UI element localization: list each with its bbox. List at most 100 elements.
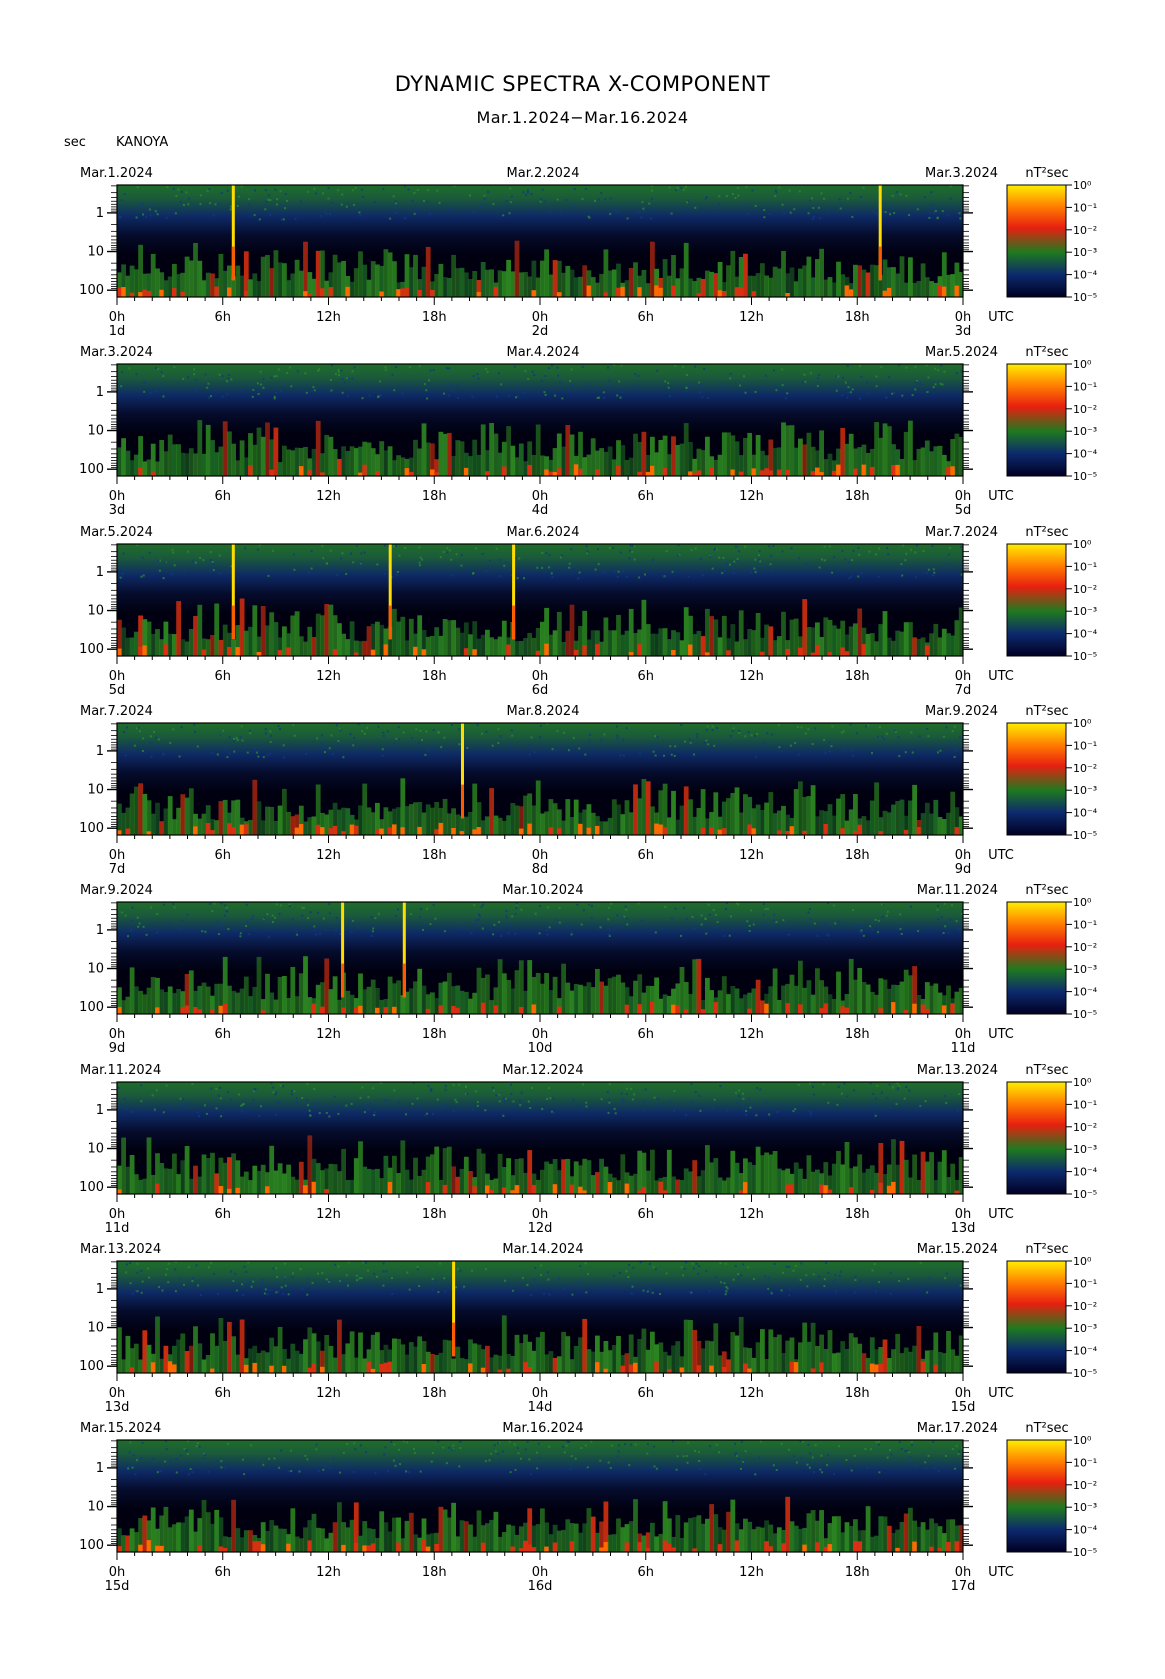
noise-speckle — [875, 553, 878, 556]
activity-column — [633, 433, 638, 476]
activity-column — [413, 254, 418, 297]
activity-column — [383, 1155, 389, 1194]
noise-speckle — [481, 927, 484, 930]
noise-speckle — [858, 553, 861, 556]
noise-speckle — [694, 1090, 697, 1093]
noise-speckle — [511, 734, 514, 737]
activity-column — [235, 992, 241, 1014]
hot-spot — [535, 650, 541, 656]
activity-column — [556, 1530, 562, 1552]
noise-speckle — [931, 204, 934, 207]
noise-speckle — [382, 188, 385, 191]
noise-speckle — [691, 1262, 694, 1265]
noise-speckle — [686, 374, 689, 376]
noise-speckle — [371, 930, 374, 933]
hot-spot — [362, 464, 368, 476]
hot-spot — [430, 469, 435, 476]
noise-speckle — [955, 749, 958, 752]
noise-speckle — [158, 569, 161, 572]
activity-column — [802, 265, 808, 297]
noise-speckle — [877, 919, 880, 922]
noise-speckle — [548, 367, 551, 369]
activity-column — [392, 1155, 397, 1194]
noise-speckle — [472, 210, 475, 213]
y-tick-label: 10 — [87, 1142, 104, 1157]
noise-speckle — [902, 568, 905, 571]
noise-speckle — [716, 727, 719, 730]
hot-spot — [671, 1547, 676, 1552]
y-tick-label: 10 — [87, 424, 104, 439]
noise-speckle — [402, 731, 405, 734]
spectrogram-plot — [117, 544, 963, 656]
noise-speckle — [761, 746, 764, 749]
noise-speckle — [264, 1288, 267, 1291]
noise-speckle — [672, 1110, 675, 1112]
activity-column — [730, 624, 736, 656]
noise-speckle — [818, 374, 821, 377]
hot-spot — [117, 830, 122, 835]
hot-spot — [434, 829, 440, 835]
activity-column — [438, 635, 444, 656]
hot-spot — [383, 1007, 389, 1014]
colorbar-tick-label: 10⁻⁵ — [1073, 829, 1097, 842]
noise-speckle — [802, 1104, 805, 1107]
noise-speckle — [932, 574, 935, 577]
activity-column — [713, 273, 719, 297]
noise-speckle — [135, 216, 138, 219]
colorbar-unit-label: nT²sec — [1025, 883, 1068, 898]
activity-column — [920, 813, 926, 835]
activity-column — [599, 1158, 604, 1194]
noise-speckle — [573, 205, 576, 208]
noise-speckle — [903, 1097, 906, 1100]
activity-column — [273, 1346, 279, 1373]
noise-speckle — [643, 1100, 645, 1103]
noise-speckle — [218, 554, 221, 557]
activity-column — [324, 958, 330, 1014]
activity-column — [172, 1153, 177, 1194]
x-unit-label: UTC — [988, 1386, 1014, 1401]
noise-speckle — [631, 544, 634, 547]
noise-speckle — [276, 1275, 279, 1278]
hot-spot — [785, 1184, 791, 1194]
noise-speckle — [496, 395, 498, 398]
noise-speckle — [450, 558, 453, 561]
hot-spot — [117, 1546, 122, 1552]
noise-speckle — [552, 1111, 555, 1114]
hot-spot — [751, 291, 757, 297]
noise-speckle — [314, 933, 317, 936]
activity-column — [628, 1521, 634, 1552]
activity-column — [172, 819, 177, 835]
noise-speckle — [481, 552, 484, 555]
noise-speckle — [183, 1447, 186, 1450]
noise-speckle — [193, 723, 196, 726]
activity-column — [167, 276, 173, 297]
noise-speckle — [509, 201, 512, 204]
activity-column — [815, 1169, 820, 1194]
activity-column — [265, 625, 270, 656]
noise-speckle — [246, 920, 249, 923]
activity-column — [836, 1516, 841, 1552]
noise-speckle — [383, 1453, 386, 1456]
activity-column — [857, 968, 863, 1014]
activity-column — [599, 981, 604, 1014]
noise-speckle — [751, 189, 754, 192]
noise-speckle — [673, 570, 676, 573]
hot-spot — [595, 469, 600, 476]
activity-column — [125, 1166, 131, 1194]
noise-speckle — [203, 1104, 206, 1107]
activity-column — [662, 994, 668, 1014]
noise-speckle — [472, 375, 475, 377]
noise-speckle — [187, 1266, 190, 1269]
noise-speckle — [943, 735, 945, 738]
noise-speckle — [871, 752, 873, 755]
noise-speckle — [431, 1452, 434, 1454]
noise-speckle — [833, 1279, 836, 1282]
activity-column — [637, 1150, 643, 1194]
hot-spot — [603, 1542, 609, 1552]
noise-speckle — [330, 378, 332, 381]
noise-speckle — [148, 208, 151, 211]
noise-speckle — [694, 547, 697, 550]
noise-speckle — [736, 558, 739, 560]
activity-column — [146, 1344, 152, 1373]
activity-column — [569, 990, 575, 1014]
